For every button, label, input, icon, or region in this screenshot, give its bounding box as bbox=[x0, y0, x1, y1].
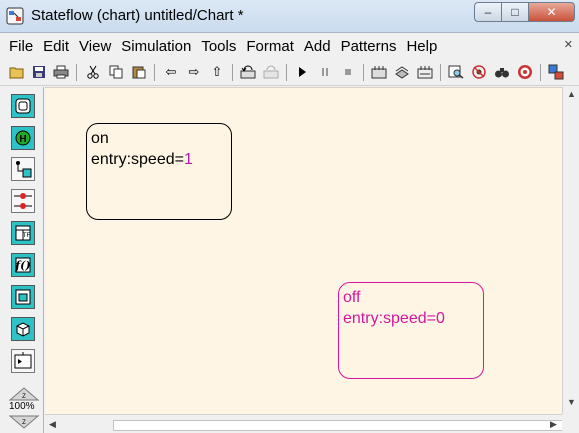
toolbar-separator bbox=[232, 64, 233, 81]
close-button[interactable]: ✕ bbox=[529, 2, 575, 22]
menu-patterns[interactable]: Patterns bbox=[336, 38, 402, 55]
state-off-entry-prefix: entry:speed= bbox=[343, 310, 436, 327]
toolbar-separator bbox=[76, 64, 77, 81]
cut-icon[interactable] bbox=[84, 63, 102, 81]
truth-table-tool-icon[interactable]: TF bbox=[11, 221, 35, 245]
find-icon[interactable] bbox=[493, 63, 511, 81]
menu-edit[interactable]: Edit bbox=[38, 38, 74, 55]
print-icon[interactable] bbox=[52, 63, 70, 81]
object-palette: H TF f() bbox=[0, 87, 44, 433]
stateflow-app-icon bbox=[6, 7, 24, 25]
up-icon[interactable]: ⇧ bbox=[208, 63, 226, 81]
scroll-right-icon[interactable]: ▶ bbox=[550, 419, 557, 430]
menu-tools[interactable]: Tools bbox=[196, 38, 241, 55]
box-tool-icon[interactable] bbox=[11, 317, 35, 341]
paste-icon[interactable] bbox=[130, 63, 148, 81]
state-on-name: on bbox=[91, 130, 109, 147]
toolbar-separator bbox=[154, 64, 155, 81]
svg-text:Z: Z bbox=[22, 420, 26, 426]
state-on-entry-value: 1 bbox=[183, 151, 193, 168]
menu-file[interactable]: File bbox=[4, 38, 38, 55]
toolbar-separator bbox=[440, 64, 441, 81]
default-transition-tool-icon[interactable] bbox=[11, 157, 35, 181]
build-icon[interactable] bbox=[370, 63, 388, 81]
back-icon[interactable]: ⇦ bbox=[162, 63, 180, 81]
toolbar: ⇦ ⇨ ⇧ bbox=[0, 60, 579, 86]
scroll-down-icon[interactable]: ▼ bbox=[567, 397, 576, 407]
model-icon[interactable] bbox=[547, 63, 565, 81]
copy-icon[interactable] bbox=[107, 63, 125, 81]
window-controls: – □ ✕ bbox=[474, 2, 575, 22]
window-title: Stateflow (chart) untitled/Chart * bbox=[31, 7, 244, 24]
menu-help[interactable]: Help bbox=[401, 38, 442, 55]
state-off-entry-value: 0 bbox=[435, 310, 445, 327]
state-on-entry-prefix: entry:speed= bbox=[91, 151, 184, 168]
target-icon[interactable] bbox=[516, 63, 534, 81]
undo-icon[interactable] bbox=[239, 63, 257, 81]
svg-text:f(): f() bbox=[14, 259, 30, 272]
state-off-name: off bbox=[343, 289, 361, 306]
connective-junction-tool-icon[interactable] bbox=[11, 189, 35, 213]
menu-add[interactable]: Add bbox=[299, 38, 336, 55]
title-bar[interactable]: Stateflow (chart) untitled/Chart * – □ ✕ bbox=[0, 0, 579, 33]
debug-icon[interactable] bbox=[470, 63, 488, 81]
stop-icon[interactable] bbox=[339, 63, 357, 81]
horizontal-scrollbar[interactable]: ◀ ▶ bbox=[45, 414, 579, 433]
menu-view[interactable]: View bbox=[74, 38, 116, 55]
stateflow-window: Stateflow (chart) untitled/Chart * – □ ✕… bbox=[0, 0, 579, 433]
embedded-matlab-tool-icon[interactable] bbox=[11, 285, 35, 309]
minimize-button[interactable]: – bbox=[474, 2, 502, 22]
svg-text:Z: Z bbox=[22, 394, 26, 400]
open-icon[interactable] bbox=[8, 63, 26, 81]
explorer-icon[interactable] bbox=[447, 63, 465, 81]
save-icon[interactable] bbox=[30, 63, 48, 81]
vertical-scrollbar[interactable]: ▲ ▼ bbox=[562, 87, 579, 414]
start-icon[interactable] bbox=[293, 63, 311, 81]
pause-icon[interactable] bbox=[316, 63, 334, 81]
state-on[interactable]: on entry:speed=1 bbox=[86, 123, 232, 220]
horizontal-scroll-thumb[interactable] bbox=[113, 420, 579, 431]
menu-simulation[interactable]: Simulation bbox=[116, 38, 196, 55]
history-junction-tool-icon[interactable]: H bbox=[11, 126, 35, 150]
state-off[interactable]: off entry:speed=0 bbox=[338, 282, 484, 379]
scroll-up-icon[interactable]: ▲ bbox=[567, 89, 576, 99]
toolbar-separator bbox=[540, 64, 541, 81]
redo-icon[interactable] bbox=[262, 63, 280, 81]
toolbar-separator bbox=[363, 64, 364, 81]
maximize-button[interactable]: □ bbox=[502, 2, 529, 22]
svg-text:H: H bbox=[19, 134, 26, 145]
graphical-function-tool-icon[interactable]: f() bbox=[11, 253, 35, 277]
library-icon[interactable] bbox=[416, 63, 434, 81]
scrollbar-corner bbox=[562, 414, 579, 433]
zoom-level: 100% bbox=[9, 401, 35, 412]
forward-icon[interactable]: ⇨ bbox=[185, 63, 203, 81]
state-on-entry-action: entry:speed=1 bbox=[91, 149, 231, 170]
simulink-function-tool-icon[interactable] bbox=[11, 349, 35, 373]
menubar-close-icon[interactable]: ✕ bbox=[564, 38, 573, 51]
menu-format[interactable]: Format bbox=[241, 38, 299, 55]
scroll-left-icon[interactable]: ◀ bbox=[49, 419, 56, 430]
state-tool-icon[interactable] bbox=[11, 94, 35, 118]
menu-bar: File Edit View Simulation Tools Format A… bbox=[0, 34, 579, 58]
rebuild-icon[interactable] bbox=[393, 63, 411, 81]
svg-text:TF: TF bbox=[23, 233, 31, 239]
toolbar-separator bbox=[286, 64, 287, 81]
state-off-entry-action: entry:speed=0 bbox=[343, 308, 483, 329]
